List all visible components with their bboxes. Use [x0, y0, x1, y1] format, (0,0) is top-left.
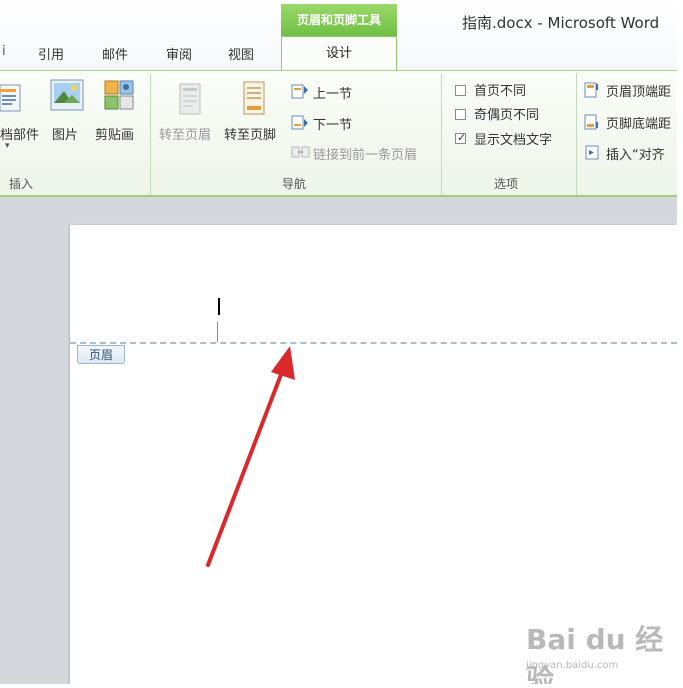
watermark-logo: Bai du 经验 [526, 623, 664, 684]
annotation-arrow-icon [206, 346, 295, 567]
watermark-url: jingyan.baidu.com [526, 660, 619, 671]
word-window: i 引用 邮件 审阅 视图 页眉和页脚工具 设计 指南.docx - Micro… [0, 0, 677, 684]
baidu-watermark: Bai du 经验 jingyan.baidu.com [524, 610, 674, 684]
